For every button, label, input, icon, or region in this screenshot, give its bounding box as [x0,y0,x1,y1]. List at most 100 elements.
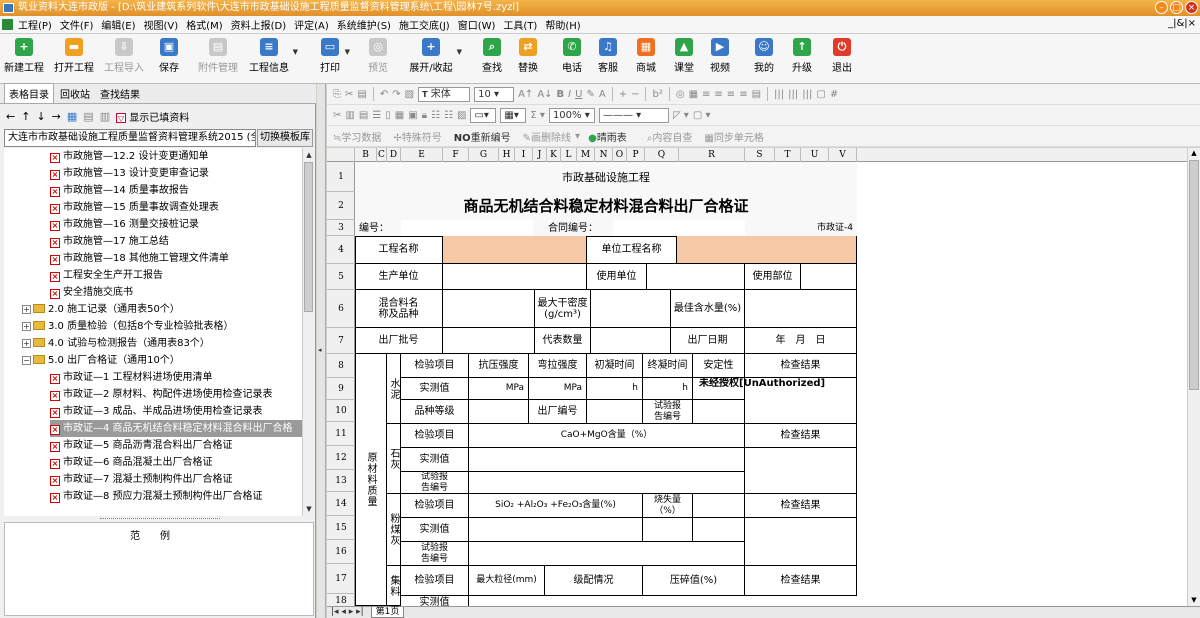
sheet-tab-page1[interactable]: 第1页 [370,607,405,618]
system-select[interactable]: 大连市市政基础设施工程质量监督资料管理系统2015 (全 [4,129,256,147]
list-item[interactable]: × 市政证—8 预应力混凝土预制构件出厂合格证 [50,488,263,505]
zoom-select[interactable]: 100% ▾ [548,107,595,123]
tab-recycle-bin[interactable]: 回收站 [56,84,94,103]
border-icon[interactable]: ◸ ▾ [673,110,689,121]
sync-cell-button[interactable]: ▦同步单元格 [704,129,763,144]
flyash-report-no-field[interactable] [469,542,745,566]
row-number[interactable]: 5 [327,264,355,290]
list-item[interactable]: × 市政证—7 混凝土预制构件出厂合格证 [50,471,233,488]
special-char-button[interactable]: ✢特殊符号 [393,129,441,144]
row-number[interactable]: 2 [327,192,355,220]
row-number[interactable]: 11 [327,422,355,446]
new-project-button[interactable]: + 新建工程 [4,38,44,74]
factory-no-field[interactable] [587,400,643,424]
indent-icon[interactable]: ▤ [752,89,761,100]
learn-data-button[interactable]: ≒学习数据 [333,129,381,144]
print-button[interactable]: ▭ 打印 ▼ [318,38,350,74]
underline-icon[interactable]: U [575,89,582,100]
col-header[interactable]: H [499,148,515,162]
list-item[interactable]: × 市政施管—12.2 设计变更通知单 [50,148,208,165]
use-location-field[interactable] [801,264,857,290]
sheet-nav-icon[interactable]: |◂ ◂ ▸ ▸| [331,607,364,617]
sio2-field[interactable] [469,518,643,542]
col-header[interactable]: I [515,148,533,162]
project-name-field[interactable] [443,236,587,264]
arrow-right-icon[interactable]: → [52,110,61,123]
maximize-button[interactable]: □ [1170,1,1183,14]
rep-qty-field[interactable] [591,328,671,354]
col-header[interactable]: M [577,148,595,162]
scroll-down-icon[interactable]: ▼ [1189,595,1199,606]
replace-button[interactable]: ⇄ 替换 [516,38,540,74]
split-icon[interactable]: ▤ [359,110,368,121]
save-button[interactable]: ▣ 保存 [156,38,182,74]
list-icon[interactable]: ☷ [444,110,453,121]
menu-view[interactable]: 视图(V) [142,17,185,32]
list-item[interactable]: × 市政证—1 工程材料进场使用清单 [50,369,213,386]
tree-folder-test-reports[interactable]: +4.0 试验与检测报告（通用表83个） [22,335,210,352]
chevron-left-icon[interactable]: ◂ [318,346,324,356]
font-size-select[interactable]: 10 ▾ [474,86,515,102]
col-header[interactable]: K [547,148,561,162]
phone-button[interactable]: ✆ 电话 [560,38,584,74]
user-unit-field[interactable] [647,264,745,290]
lime-report-no-field[interactable] [469,472,745,494]
italic-icon[interactable]: I [568,89,571,100]
expand-icon[interactable]: + [22,339,31,348]
renumber-button[interactable]: NO重新编号 [454,129,511,144]
switch-template-button[interactable]: 切换模板库 [257,129,313,147]
menu-evaluate[interactable]: 评定(A) [292,17,335,32]
paint-icon[interactable]: ▨ [457,110,466,121]
symbol-icon[interactable]: ◎ [676,89,685,100]
expand-icon[interactable]: + [22,305,31,314]
menu-project[interactable]: 工程(P) [16,17,58,32]
tree-folder-construction-records[interactable]: +2.0 施工记录（通用表50个） [22,301,180,318]
row-number[interactable]: 18 [327,594,355,606]
draw-slash-button[interactable]: ✎画删除线 [523,129,571,144]
initial-set-field[interactable]: h [587,378,643,400]
column-icon[interactable]: ||| [802,89,812,100]
final-set-field[interactable]: h [643,378,693,400]
col-header[interactable]: E [401,148,443,162]
lime-check-result-field[interactable] [745,448,857,494]
mall-button[interactable]: ▦ 商城 [634,38,658,74]
fill-icon[interactable]: ▢ ▾ [693,110,711,121]
font-color-icon[interactable]: A [599,89,606,100]
list-item[interactable]: × 市政证—5 商品沥青混合料出厂合格证 [50,437,233,454]
align-center-icon[interactable]: ≡ [714,89,722,100]
show-filled-toggle[interactable]: ▽ 显示已填资料 [116,109,189,124]
weather-button[interactable]: ●晴雨表 [588,129,627,144]
tab-table-catalog[interactable]: 表格目录 [4,83,54,103]
menu-help[interactable]: 帮助(H) [543,17,586,32]
cut-icon[interactable]: ✂ [345,89,353,100]
factory-date-field[interactable]: 年 月 日 [745,328,857,354]
menu-report[interactable]: 资料上报(D) [229,17,293,32]
table-icon[interactable]: ▦ [395,110,404,121]
box-icon[interactable]: ▢ [816,89,825,100]
arrow-down-icon[interactable]: ↓ [36,110,45,123]
expand-icon[interactable]: + [22,322,31,331]
menu-tools[interactable]: 工具(T) [501,17,543,32]
col-header[interactable]: D [387,148,401,162]
scroll-down-icon[interactable]: ▼ [304,503,314,515]
flexural-field[interactable]: MPa [529,378,587,400]
cao-mgo-field[interactable] [469,448,745,472]
list-icon[interactable]: ▥ [100,110,110,123]
scroll-up-icon[interactable]: ▲ [304,149,314,161]
bold-icon[interactable]: B [557,89,565,100]
spreadsheet[interactable]: B C D E F G H I J K L M N O P Q R S T U … [327,148,1187,606]
optimum-water-field[interactable] [745,290,857,328]
unit-project-name-field[interactable] [677,236,857,264]
border-select[interactable]: ▭▾ [470,107,497,123]
list-item[interactable]: × 安全措施交底书 [50,284,133,301]
row-number[interactable]: 1 [327,162,355,192]
grid-icon[interactable]: ▦ [67,110,77,123]
align-left-icon[interactable]: ≡ [702,89,710,100]
highlight-icon[interactable]: ✎ [586,89,594,100]
col-header[interactable]: V [829,148,857,162]
row-number[interactable]: 9 [327,378,355,400]
cell-icon[interactable]: ▦ [689,89,698,100]
row-number[interactable]: 6 [327,290,355,328]
upgrade-button[interactable]: ↑ 升级 [790,38,814,74]
col-header[interactable]: S [745,148,775,162]
